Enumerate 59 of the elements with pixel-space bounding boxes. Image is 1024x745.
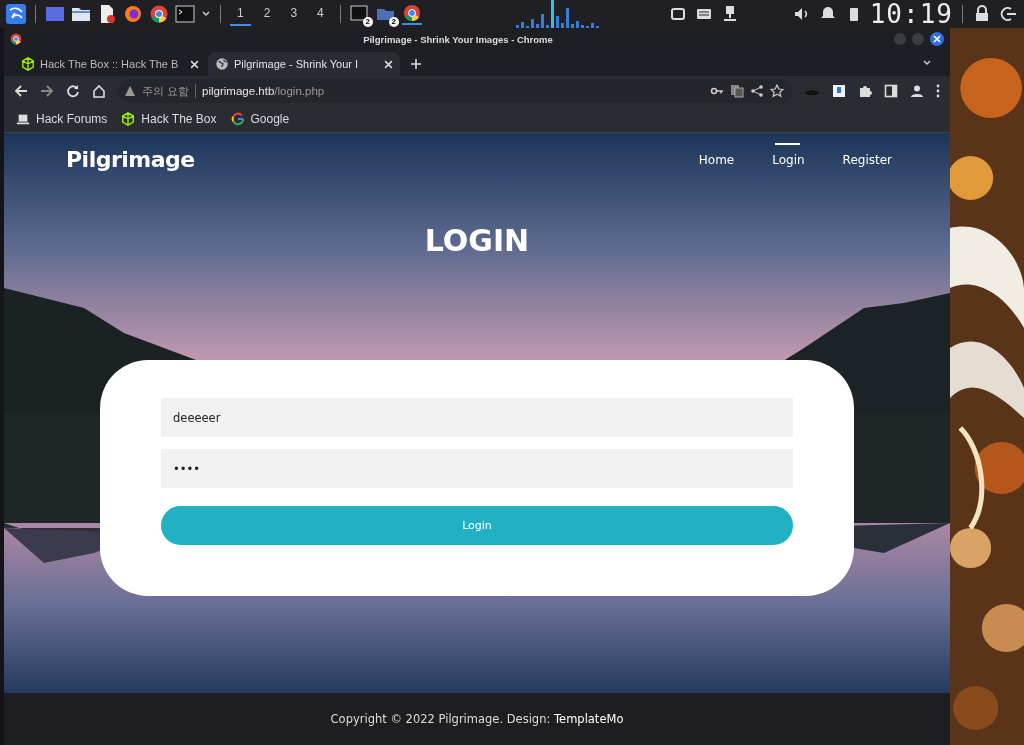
url-text: pilgrimage.htb/login.php <box>202 85 325 97</box>
tab-title: Pilgrimage - Shrink Your I <box>234 58 360 70</box>
close-button[interactable] <box>930 32 944 46</box>
extension-icon[interactable] <box>832 84 846 98</box>
window-title: Pilgrimage - Shrink Your Images - Chrome <box>362 33 554 45</box>
desktop-icon[interactable] <box>45 4 65 24</box>
workspace-switch[interactable]: 2 <box>256 2 278 26</box>
chrome-icon[interactable] <box>149 4 169 24</box>
close-icon[interactable] <box>384 59 393 69</box>
cube-icon <box>121 112 136 126</box>
reload-icon[interactable] <box>66 84 80 98</box>
security-warning: 주의 요함 <box>142 83 190 99</box>
designer-link[interactable]: TemplateMo <box>554 712 624 726</box>
count-badge: 2 <box>362 17 373 27</box>
back-icon[interactable] <box>14 84 28 98</box>
clock: 10:19 <box>869 1 953 27</box>
copyright-text: Copyright © 2022 Pilgrimage. Design: <box>330 712 552 726</box>
browser-icon[interactable] <box>123 4 143 24</box>
share-icon[interactable] <box>750 84 764 98</box>
profile-icon[interactable] <box>910 84 924 98</box>
warning-icon <box>124 85 136 97</box>
workspace-switch[interactable]: 4 <box>310 2 331 26</box>
nav-link[interactable]: Register <box>840 143 894 175</box>
google-icon <box>230 112 245 126</box>
bookmark[interactable]: Hack The Box <box>121 112 217 126</box>
nav-link[interactable]: Home <box>696 143 737 175</box>
puzzle-icon[interactable] <box>858 84 872 98</box>
more-icon[interactable] <box>936 84 940 98</box>
home-icon[interactable] <box>92 84 106 98</box>
browser-tab[interactable]: Hack The Box :: Hack The B <box>14 52 206 76</box>
logout-icon[interactable] <box>998 4 1018 24</box>
page-heading: LOGIN <box>424 223 530 260</box>
site-logo[interactable]: Pilgrimage <box>66 146 195 172</box>
bookmark[interactable]: Hack Forums <box>16 112 108 126</box>
workspace-switch[interactable]: 3 <box>283 2 305 26</box>
plus-icon[interactable] <box>410 58 422 70</box>
password-field[interactable]: •••• <box>161 449 793 488</box>
translate-icon[interactable] <box>730 84 744 98</box>
star-icon[interactable] <box>770 84 784 98</box>
close-icon[interactable] <box>190 59 199 69</box>
workspace-switch[interactable]: 1 <box>230 2 251 26</box>
laptop-icon <box>16 112 30 126</box>
username-field[interactable]: deeeeer <box>161 398 793 437</box>
forward-icon[interactable] <box>40 84 54 98</box>
terminal-icon[interactable] <box>349 4 370 24</box>
count-badge: 2 <box>388 17 399 27</box>
chrome-icon[interactable] <box>401 3 422 25</box>
address-field[interactable]: 주의 요함 pilgrimage.htb/login.php <box>118 79 792 103</box>
nav-link[interactable]: Login <box>770 143 807 175</box>
caret-icon[interactable] <box>922 58 932 68</box>
tab-title: Hack The Box :: Hack The B <box>40 58 180 70</box>
chrome-icon <box>10 33 22 45</box>
cube-icon <box>21 57 35 71</box>
browser-tab[interactable]: Pilgrimage - Shrink Your I <box>208 52 400 76</box>
globe-icon <box>215 57 229 71</box>
bookmark[interactable]: Google <box>230 112 290 126</box>
app-menu-icon[interactable] <box>6 4 26 24</box>
caret-icon[interactable] <box>201 9 211 19</box>
side-panel-icon[interactable] <box>884 84 898 98</box>
